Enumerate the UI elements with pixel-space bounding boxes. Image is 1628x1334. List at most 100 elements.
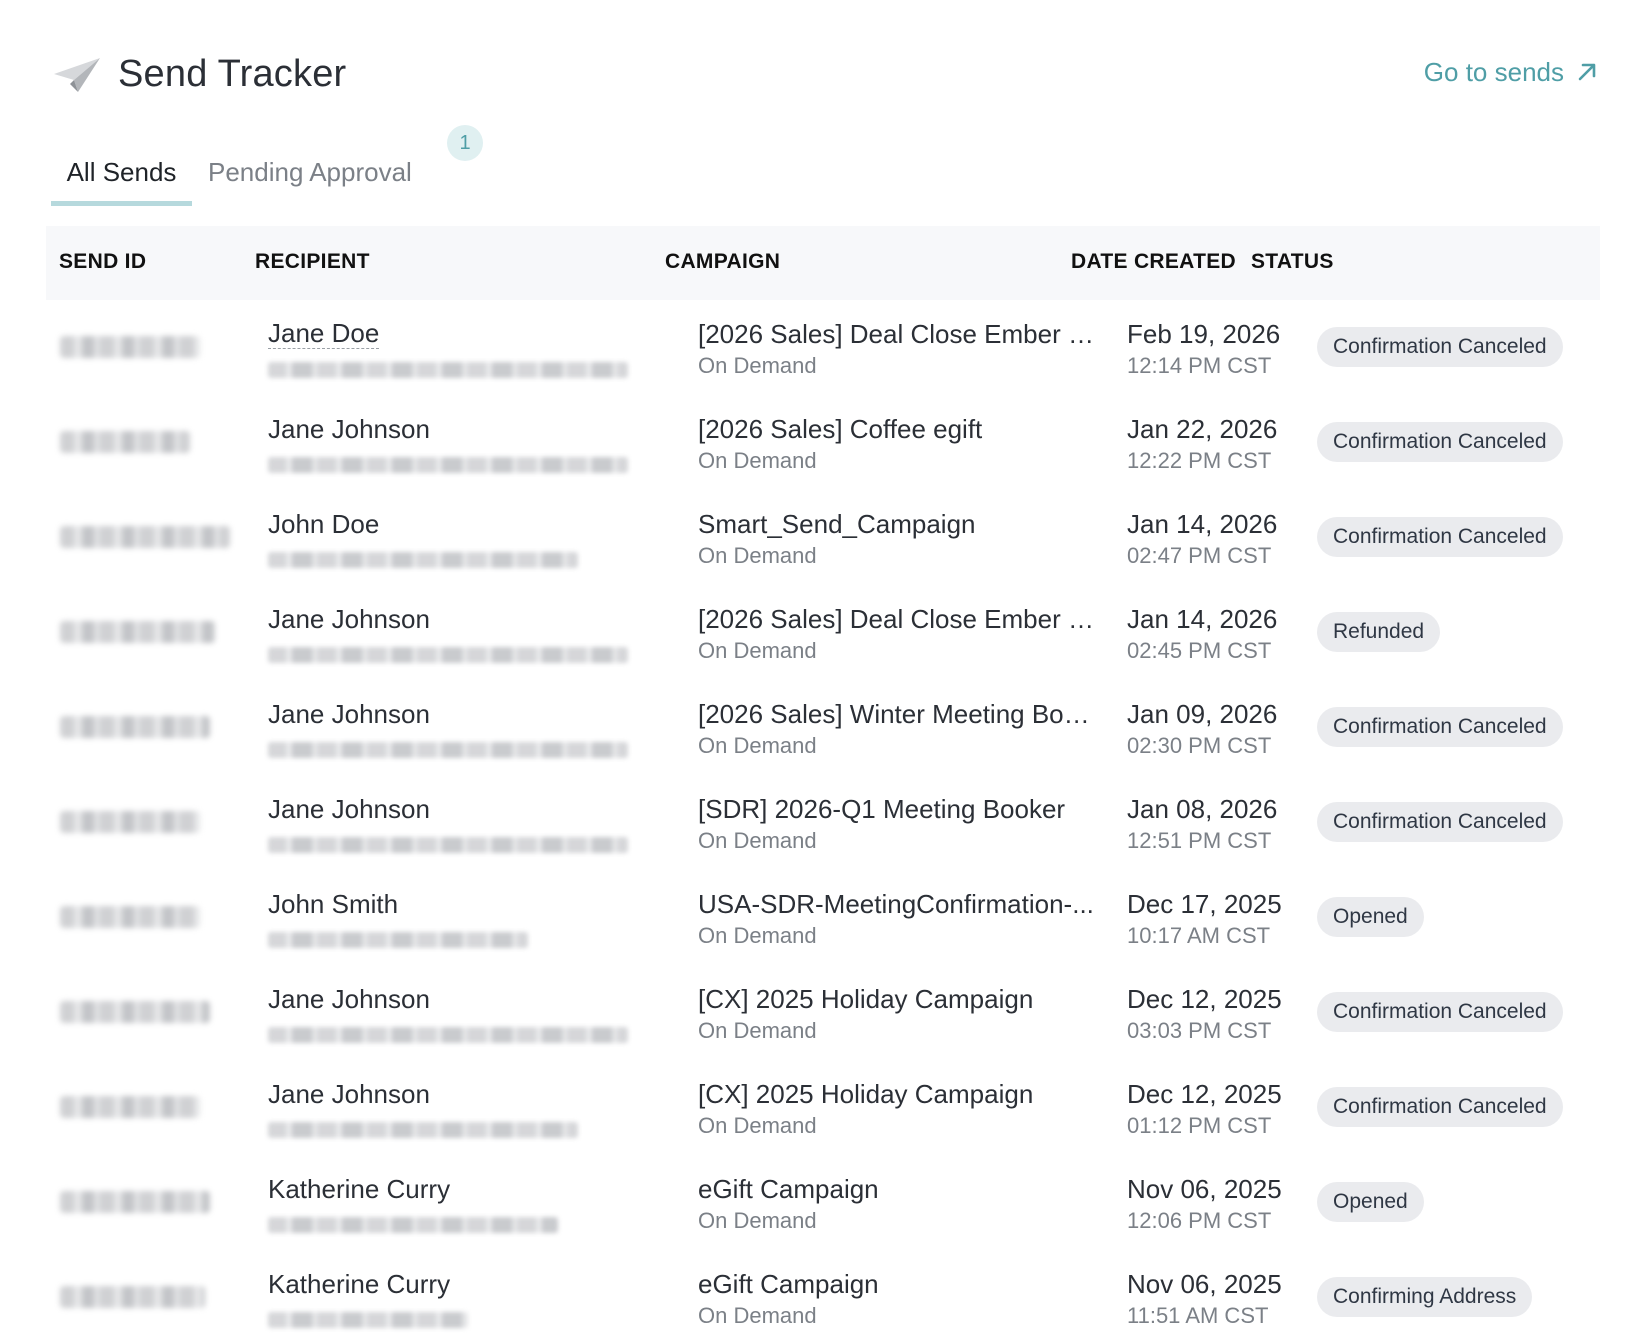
date-created: Dec 12, 2025 <box>1127 984 1282 1014</box>
campaign-name[interactable]: eGift Campaign <box>698 1173 1098 1205</box>
time-created: 12:51 PM CST <box>1127 828 1272 853</box>
time-created: 12:22 PM CST <box>1127 448 1272 473</box>
recipient-name[interactable]: Jane Johnson <box>268 983 430 1015</box>
status-badge: Confirmation Canceled <box>1317 992 1563 1032</box>
table-row[interactable]: John Smith USA-SDR-MeetingConfirmation-..… <box>46 870 1600 965</box>
column-header-date-created[interactable]: DATE CREATED <box>1071 250 1236 274</box>
date-created: Jan 09, 2026 <box>1127 699 1278 729</box>
table-row[interactable]: Jane Johnson [SDR] 2026-Q1 Meeting Booker… <box>46 775 1600 870</box>
go-to-sends-link[interactable]: Go to sends <box>1424 56 1600 88</box>
send-id-redacted <box>60 336 200 358</box>
date-cell: Jan 22, 2026 12:22 PM CST <box>1127 413 1277 477</box>
recipient-cell: John Smith <box>268 888 528 948</box>
page-title: Send Tracker <box>118 53 347 95</box>
page-header: Send Tracker Go to sends <box>52 48 1600 100</box>
send-id-redacted <box>60 1001 210 1023</box>
campaign-cell: eGift Campaign On Demand <box>698 1268 1098 1332</box>
send-type: On Demand <box>698 353 817 378</box>
table-row[interactable]: Jane Doe [2026 Sales] Deal Close Ember M.… <box>46 300 1600 395</box>
recipient-name[interactable]: John Smith <box>268 888 398 920</box>
campaign-name[interactable]: [2026 Sales] Deal Close Ember M... <box>698 603 1098 635</box>
status-cell: Confirmation Canceled <box>1317 327 1563 367</box>
status-cell: Confirmation Canceled <box>1317 1087 1563 1127</box>
time-created: 12:14 PM CST <box>1127 353 1272 378</box>
send-type: On Demand <box>698 638 817 663</box>
status-badge: Confirming Address <box>1317 1277 1533 1317</box>
arrow-up-right-icon <box>1578 63 1596 81</box>
table-row[interactable]: Jane Johnson [CX] 2025 Holiday Campaign On… <box>46 965 1600 1060</box>
send-type: On Demand <box>698 1208 817 1233</box>
send-type: On Demand <box>698 828 817 853</box>
send-id-redacted <box>60 906 200 928</box>
campaign-name[interactable]: [CX] 2025 Holiday Campaign <box>698 983 1098 1015</box>
recipient-cell: Katherine Curry <box>268 1268 468 1328</box>
date-created: Nov 06, 2025 <box>1127 1269 1282 1299</box>
recipient-name[interactable]: Jane Johnson <box>268 413 430 445</box>
table-row[interactable]: Katherine Curry eGift Campaign On Demand No… <box>46 1250 1600 1334</box>
campaign-name[interactable]: [SDR] 2026-Q1 Meeting Booker <box>698 793 1098 825</box>
recipient-name[interactable]: Katherine Curry <box>268 1268 450 1300</box>
table-row[interactable]: John Doe Smart_Send_Campaign On Demand Jan … <box>46 490 1600 585</box>
column-header-recipient[interactable]: RECIPIENT <box>255 250 370 274</box>
date-cell: Dec 17, 2025 10:17 AM CST <box>1127 888 1282 952</box>
status-badge: Confirmation Canceled <box>1317 327 1563 367</box>
campaign-name[interactable]: [2026 Sales] Winter Meeting Boo... <box>698 698 1098 730</box>
recipient-email-redacted <box>268 1027 628 1043</box>
send-type: On Demand <box>698 448 817 473</box>
date-cell: Dec 12, 2025 03:03 PM CST <box>1127 983 1282 1047</box>
recipient-name[interactable]: Jane Johnson <box>268 793 430 825</box>
recipient-cell: Jane Johnson <box>268 793 628 853</box>
status-badge: Confirmation Canceled <box>1317 517 1563 557</box>
recipient-cell: Jane Johnson <box>268 698 628 758</box>
send-type: On Demand <box>698 923 817 948</box>
recipient-cell: Jane Johnson <box>268 983 628 1043</box>
tab-pending-approval[interactable]: Pending Approval <box>208 152 412 206</box>
send-type: On Demand <box>698 1113 817 1138</box>
recipient-name[interactable]: John Doe <box>268 508 379 540</box>
column-header-status[interactable]: STATUS <box>1251 250 1334 274</box>
date-cell: Jan 14, 2026 02:45 PM CST <box>1127 603 1277 667</box>
campaign-name[interactable]: Smart_Send_Campaign <box>698 508 1098 540</box>
recipient-cell: Jane Johnson <box>268 1078 578 1138</box>
recipient-cell: Jane Johnson <box>268 413 628 473</box>
time-created: 03:03 PM CST <box>1127 1018 1272 1043</box>
column-header-send-id[interactable]: SEND ID <box>59 250 146 274</box>
tab-all-sends[interactable]: All Sends <box>51 152 192 206</box>
send-id-redacted <box>60 1286 205 1308</box>
campaign-name[interactable]: USA-SDR-MeetingConfirmation-... <box>698 888 1098 920</box>
date-created: Jan 22, 2026 <box>1127 414 1278 444</box>
campaign-name[interactable]: [CX] 2025 Holiday Campaign <box>698 1078 1098 1110</box>
time-created: 11:51 AM CST <box>1127 1303 1269 1328</box>
time-created: 12:06 PM CST <box>1127 1208 1272 1233</box>
status-badge: Opened <box>1317 1182 1424 1222</box>
column-header-campaign[interactable]: CAMPAIGN <box>665 250 780 274</box>
time-created: 10:17 AM CST <box>1127 923 1271 948</box>
status-badge: Confirmation Canceled <box>1317 1087 1563 1127</box>
table-body: Jane Doe [2026 Sales] Deal Close Ember M.… <box>46 300 1600 1334</box>
table-row[interactable]: Jane Johnson [CX] 2025 Holiday Campaign On… <box>46 1060 1600 1155</box>
date-created: Jan 14, 2026 <box>1127 604 1278 634</box>
campaign-cell: [2026 Sales] Deal Close Ember M... On Dem… <box>698 318 1098 382</box>
date-cell: Feb 19, 2026 12:14 PM CST <box>1127 318 1280 382</box>
recipient-name[interactable]: Katherine Curry <box>268 1173 450 1205</box>
date-created: Jan 08, 2026 <box>1127 794 1278 824</box>
campaign-cell: [2026 Sales] Deal Close Ember M... On Dem… <box>698 603 1098 667</box>
table-row[interactable]: Katherine Curry eGift Campaign On Demand No… <box>46 1155 1600 1250</box>
campaign-name[interactable]: [2026 Sales] Coffee egift <box>698 413 1098 445</box>
recipient-name[interactable]: Jane Doe <box>268 318 380 349</box>
status-cell: Opened <box>1317 897 1424 937</box>
recipient-name[interactable]: Jane Johnson <box>268 603 430 635</box>
recipient-cell: Jane Johnson <box>268 603 628 663</box>
table-row[interactable]: Jane Johnson [2026 Sales] Winter Meeting … <box>46 680 1600 775</box>
send-id-redacted <box>60 526 230 548</box>
recipient-name[interactable]: Jane Johnson <box>268 698 430 730</box>
recipient-name[interactable]: Jane Johnson <box>268 1078 430 1110</box>
recipient-email-redacted <box>268 837 628 853</box>
status-cell: Confirmation Canceled <box>1317 802 1563 842</box>
status-cell: Confirmation Canceled <box>1317 992 1563 1032</box>
campaign-name[interactable]: [2026 Sales] Deal Close Ember M... <box>698 318 1098 350</box>
status-cell: Opened <box>1317 1182 1424 1222</box>
table-row[interactable]: Jane Johnson [2026 Sales] Deal Close Embe… <box>46 585 1600 680</box>
table-row[interactable]: Jane Johnson [2026 Sales] Coffee egift On … <box>46 395 1600 490</box>
campaign-name[interactable]: eGift Campaign <box>698 1268 1098 1300</box>
